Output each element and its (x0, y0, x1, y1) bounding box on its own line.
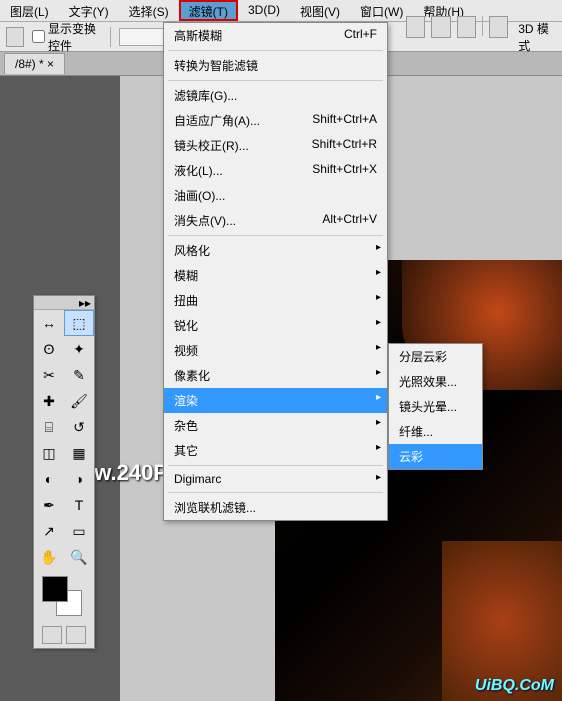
panel-titlebar[interactable]: ▸▸ (34, 296, 94, 310)
zoom-tool-icon[interactable]: 🔍 (64, 544, 94, 570)
blur-tool-icon[interactable]: ◐ (34, 466, 64, 492)
dd-pixelate[interactable]: 像素化 (164, 363, 387, 388)
move-tool-icon[interactable]: ↔ (34, 310, 64, 336)
brush-tool-icon[interactable]: 🖌 (64, 388, 94, 414)
toolbar-separator (482, 16, 483, 36)
dd-noise[interactable]: 杂色 (164, 413, 387, 438)
dd-oil-paint[interactable]: 油画(O)... (164, 183, 387, 208)
dd-gaussian-blur[interactable]: 高斯模糊Ctrl+F (164, 23, 387, 48)
current-tool-icon[interactable] (6, 27, 24, 47)
align-icon-3[interactable] (457, 16, 476, 38)
dd-blur[interactable]: 模糊 (164, 263, 387, 288)
show-transform-checkbox[interactable]: 显示变换控件 (32, 20, 102, 54)
sm-fibers[interactable]: 纤维... (389, 419, 482, 444)
screen-mode-icon[interactable] (66, 626, 86, 644)
dd-adaptive-wide[interactable]: 自适应广角(A)...Shift+Ctrl+A (164, 108, 387, 133)
color-swatches (34, 570, 94, 622)
menu-text[interactable]: 文字(Y) (59, 0, 119, 21)
dd-separator (168, 50, 383, 51)
dd-separator (168, 492, 383, 493)
menu-layer[interactable]: 图层(L) (0, 0, 59, 21)
crop-tool-icon[interactable]: ✂ (34, 362, 64, 388)
magic-wand-tool-icon[interactable]: ✦ (64, 336, 94, 362)
toolbar-separator (110, 27, 111, 47)
align-icon-4[interactable] (489, 16, 508, 38)
menu-filter[interactable]: 滤镜(T) (179, 0, 238, 21)
menu-3d[interactable]: 3D(D) (238, 0, 290, 21)
dd-vanishing-point[interactable]: 消失点(V)...Alt+Ctrl+V (164, 208, 387, 233)
marquee-tool-icon[interactable]: ⬚ (64, 310, 94, 336)
type-tool-icon[interactable]: T (64, 492, 94, 518)
panel-chevron-icon[interactable]: ▸▸ (79, 296, 91, 309)
dd-other[interactable]: 其它 (164, 438, 387, 463)
history-brush-tool-icon[interactable]: ↺ (64, 414, 94, 440)
healing-tool-icon[interactable]: ✚ (34, 388, 64, 414)
dd-filter-gallery[interactable]: 滤镜库(G)... (164, 83, 387, 108)
sm-difference-clouds[interactable]: 分层云彩 (389, 344, 482, 369)
document-tab[interactable]: /8#) * × (4, 53, 65, 74)
checkbox-label: 显示变换控件 (48, 20, 102, 54)
standard-mode-icon[interactable] (42, 626, 62, 644)
checkbox-input[interactable] (32, 30, 45, 43)
hand-tool-icon[interactable]: ✋ (34, 544, 64, 570)
tools-grid: ↔ ⬚ ʘ ✦ ✂ ✎ ✚ 🖌 ⌸ ↺ ◫ ▦ ◐ ◑ ✒ T ↗ ▭ ✋ 🔍 (34, 310, 94, 570)
watermark-uibq: UiBQ.CoM (475, 677, 554, 695)
sm-clouds[interactable]: 云彩 (389, 444, 482, 469)
align-icon-1[interactable] (406, 16, 425, 38)
align-icon-2[interactable] (431, 16, 450, 38)
shape-tool-icon[interactable]: ▭ (64, 518, 94, 544)
dd-video[interactable]: 视频 (164, 338, 387, 363)
lasso-tool-icon[interactable]: ʘ (34, 336, 64, 362)
dd-convert-smart[interactable]: 转换为智能滤镜 (164, 53, 387, 78)
dd-separator (168, 80, 383, 81)
mode3d-label: 3D 模式 (514, 16, 556, 58)
dd-liquify[interactable]: 液化(L)...Shift+Ctrl+X (164, 158, 387, 183)
dd-browse-online[interactable]: 浏览联机滤镜... (164, 495, 387, 520)
menu-view[interactable]: 视图(V) (290, 0, 350, 21)
dd-distort[interactable]: 扭曲 (164, 288, 387, 313)
render-submenu: 分层云彩 光照效果... 镜头光晕... 纤维... 云彩 (388, 343, 483, 470)
eyedropper-tool-icon[interactable]: ✎ (64, 362, 94, 388)
menu-window[interactable]: 窗口(W) (350, 0, 413, 21)
sm-lighting-effects[interactable]: 光照效果... (389, 369, 482, 394)
dd-render[interactable]: 渲染 (164, 388, 387, 413)
stamp-tool-icon[interactable]: ⌸ (34, 414, 64, 440)
menu-select[interactable]: 选择(S) (119, 0, 179, 21)
quick-mask-row (34, 622, 94, 648)
dd-lens-correct[interactable]: 镜头校正(R)...Shift+Ctrl+R (164, 133, 387, 158)
gradient-tool-icon[interactable]: ▦ (64, 440, 94, 466)
sm-lens-flare[interactable]: 镜头光晕... (389, 394, 482, 419)
tools-panel: ▸▸ ↔ ⬚ ʘ ✦ ✂ ✎ ✚ 🖌 ⌸ ↺ ◫ ▦ ◐ ◑ ✒ T ↗ ▭ ✋… (33, 295, 95, 649)
dd-digimarc[interactable]: Digimarc (164, 468, 387, 490)
dd-stylize[interactable]: 风格化 (164, 238, 387, 263)
pen-tool-icon[interactable]: ✒ (34, 492, 64, 518)
dodge-tool-icon[interactable]: ◑ (64, 466, 94, 492)
dd-separator (168, 465, 383, 466)
filter-dropdown: 高斯模糊Ctrl+F 转换为智能滤镜 滤镜库(G)... 自适应广角(A)...… (163, 22, 388, 521)
path-select-tool-icon[interactable]: ↗ (34, 518, 64, 544)
foreground-color-swatch[interactable] (42, 576, 68, 602)
dd-separator (168, 235, 383, 236)
eraser-tool-icon[interactable]: ◫ (34, 440, 64, 466)
align-placeholder (119, 28, 167, 46)
dd-sharpen[interactable]: 锐化 (164, 313, 387, 338)
